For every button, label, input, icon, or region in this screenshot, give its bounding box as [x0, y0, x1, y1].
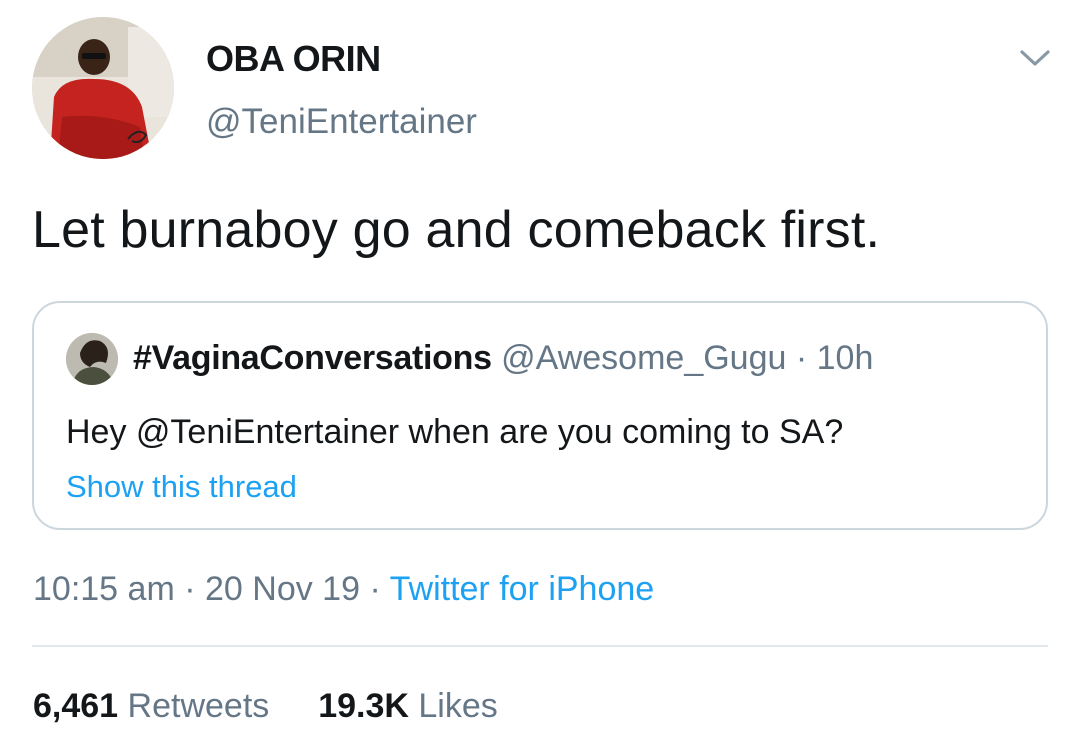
meta-separator: ·	[369, 570, 381, 608]
tweet-time: 10:15 am	[33, 570, 175, 608]
quoted-author-avatar-image	[66, 333, 118, 385]
quoted-tweet-text: Hey @TeniEntertainer when are you coming…	[66, 413, 844, 451]
divider	[32, 645, 1048, 647]
tweet: OBA ORIN @TeniEntertainer Let burnaboy g…	[0, 0, 1080, 749]
tweet-meta: 10:15 am · 20 Nov 19 · Twitter for iPhon…	[33, 570, 654, 609]
quoted-author-avatar[interactable]	[66, 333, 118, 385]
retweets-stat[interactable]: 6,461 Retweets	[33, 687, 279, 725]
author-handle[interactable]: @TeniEntertainer	[206, 102, 477, 142]
author-avatar-image	[32, 17, 174, 159]
chevron-down-icon[interactable]	[1018, 46, 1052, 70]
author-avatar[interactable]	[32, 17, 174, 159]
meta-separator: ·	[184, 570, 196, 608]
likes-stat[interactable]: 19.3K Likes	[318, 687, 498, 725]
retweets-count: 6,461	[33, 687, 119, 725]
tweet-stats: 6,461 Retweets 19.3K Likes	[33, 687, 498, 726]
tweet-text: Let burnaboy go and comeback first.	[32, 201, 881, 259]
quoted-display-name[interactable]: #VaginaConversations	[133, 339, 492, 377]
quoted-timestamp: 10h	[816, 339, 874, 377]
show-thread-link[interactable]: Show this thread	[66, 469, 297, 505]
tweet-date: 20 Nov 19	[205, 570, 360, 608]
retweets-label: Retweets	[127, 687, 270, 725]
quoted-separator: ·	[795, 339, 808, 377]
quoted-handle[interactable]: @Awesome_Gugu	[501, 339, 786, 377]
quoted-tweet-card[interactable]: #VaginaConversations @Awesome_Gugu · 10h…	[32, 301, 1048, 530]
author-display-name[interactable]: OBA ORIN	[206, 38, 381, 80]
quoted-tweet-header: #VaginaConversations @Awesome_Gugu · 10h	[133, 339, 873, 378]
likes-count: 19.3K	[318, 687, 409, 725]
likes-label: Likes	[418, 687, 498, 725]
tweet-source-link[interactable]: Twitter for iPhone	[390, 570, 655, 608]
